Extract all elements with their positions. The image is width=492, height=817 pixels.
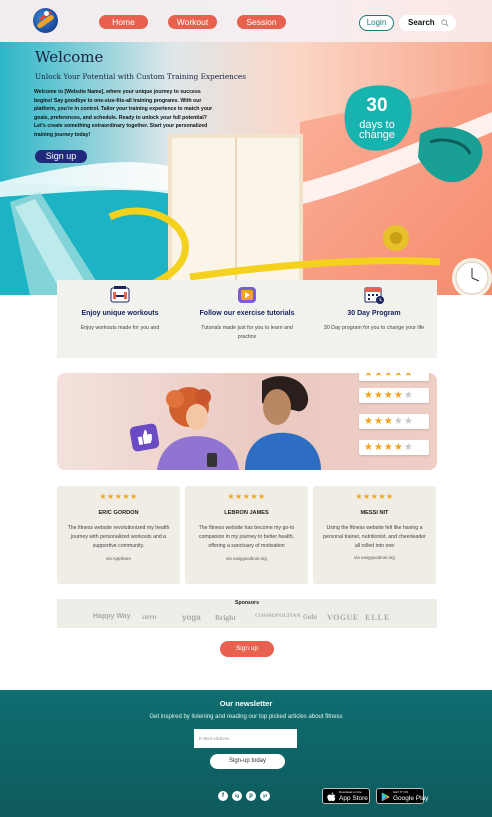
signup-button[interactable]: Sign up <box>220 641 274 657</box>
community-banner: ★★★★★ ★★★★★ ★★★★★ ★★★★★ <box>57 373 437 470</box>
testimonial-source: via AppStore <box>106 556 131 561</box>
google-play-icon <box>381 792 390 802</box>
sponsor-logo: Gala <box>303 613 317 621</box>
youtube-icon[interactable]: yt <box>260 791 270 801</box>
googleplay-big-text: Google Play <box>393 795 429 802</box>
testimonial-source: via easygoodmet.org <box>226 556 267 561</box>
testimonial-name: ERIC GORDON <box>98 510 139 516</box>
hero-title: Welcome <box>35 48 104 66</box>
testimonial-stars: ★★★★★ <box>355 492 394 501</box>
testimonial-name: LEBRON JAMES <box>224 510 269 516</box>
video-play-icon <box>238 287 256 303</box>
thirty-days-badge: 30 days to change <box>344 88 410 150</box>
hero-subtitle: Unlock Your Potential with Custom Traini… <box>35 72 247 81</box>
rating-card: ★★★★★ <box>359 440 429 455</box>
search-label: Search <box>408 18 435 27</box>
dumbbell-icon <box>110 286 130 303</box>
star-rating: ★★★★★ <box>364 373 414 379</box>
feature-tutorials: Follow our exercise tutorials Tutorials … <box>184 280 310 358</box>
facebook-icon[interactable]: f <box>218 791 228 801</box>
sponsor-logo: Happy Way <box>93 613 131 620</box>
sponsor-logo: yoga <box>182 613 201 622</box>
testimonial-source: via easygoodmet.org <box>354 555 395 560</box>
newsletter-signup-button[interactable]: Sign-up today <box>210 754 285 769</box>
appstore-big-text: App Store <box>339 795 368 802</box>
rating-card: ★★★★★ <box>359 373 429 381</box>
feature-title: Enjoy unique workouts <box>81 310 159 317</box>
app-store-button[interactable]: Download on the App Store <box>322 788 370 804</box>
newsletter-title: Our newsletter <box>219 699 273 708</box>
site-header: Home Workout Session Login Search <box>0 0 492 42</box>
feature-title: Follow our exercise tutorials <box>199 310 295 317</box>
search-icon[interactable] <box>441 19 449 27</box>
feature-desc: Enjoy workouts made for you and <box>80 325 160 331</box>
sponsor-logo: COSMOPOLITAN <box>255 613 301 619</box>
login-button[interactable]: Login <box>359 15 394 31</box>
feature-program: 30 Day Program 30 Day program for you to… <box>311 280 437 358</box>
testimonial-stars: ★★★★★ <box>99 492 138 501</box>
instagram-icon[interactable]: ig <box>232 791 242 801</box>
testimonial-stars: ★★★★★ <box>227 492 266 501</box>
googleplay-small-text: GET IT ON <box>393 790 408 794</box>
thumbs-up-icon <box>129 422 160 453</box>
nav-home-button[interactable]: Home <box>99 15 148 29</box>
feature-workouts: Enjoy unique workouts Enjoy workouts mad… <box>57 280 183 358</box>
badge-label: days to change <box>358 119 396 141</box>
testimonial-card: ★★★★★ LEBRON JAMES The fitness website h… <box>185 486 308 584</box>
sponsors-strip: Sponsors Happy Way stern yoga Bright COS… <box>57 599 437 628</box>
badge-number: 30 <box>366 95 388 116</box>
hero-signup-button[interactable]: Sign up <box>35 150 87 163</box>
email-field[interactable] <box>194 729 297 748</box>
testimonial-card: ★★★★★ MESSI NIT Using the fitness websit… <box>313 486 436 584</box>
search-box[interactable]: Search <box>399 15 456 31</box>
testimonial-card: ★★★★★ ERIC GORDON The fitness website re… <box>57 486 180 584</box>
testimonial-name: MESSI NIT <box>360 510 389 516</box>
swoosh-logo-icon[interactable] <box>33 8 58 33</box>
google-play-button[interactable]: GET IT ON Google Play <box>376 788 428 804</box>
star-rating: ★★★★★ <box>364 442 414 453</box>
testimonial-quote: Using the fitness website felt like havi… <box>323 525 426 549</box>
pinterest-icon[interactable]: p <box>246 791 256 801</box>
sponsors-title: Sponsors <box>235 600 259 606</box>
rating-card: ★★★★★ <box>359 414 429 429</box>
sponsor-logo: VOGUE <box>327 613 359 622</box>
testimonial-quote: The fitness website revolutionized my he… <box>67 525 170 549</box>
apple-icon <box>327 792 336 802</box>
feature-title: 30 Day Program <box>347 310 401 317</box>
features-panel: Enjoy unique workouts Enjoy workouts mad… <box>57 280 437 358</box>
sponsor-logo: ELLE <box>365 613 391 622</box>
newsletter-section: Our newsletter Get inspired by listening… <box>0 690 492 817</box>
feature-desc: Tutorials made just for you to learn and… <box>201 325 293 340</box>
hero-section: Welcome Unlock Your Potential with Custo… <box>0 42 492 295</box>
sponsor-logo: stern <box>142 613 157 621</box>
hero-intro-text: Welcome to [Website Name], where your un… <box>34 89 213 138</box>
rating-card: ★★★★★ <box>359 388 429 403</box>
star-rating: ★★★★★ <box>364 390 414 401</box>
sponsor-logo: Bright <box>215 613 236 622</box>
nav-workout-button[interactable]: Workout <box>168 15 217 29</box>
testimonial-quote: The fitness website has become my go-to … <box>198 525 295 549</box>
star-rating: ★★★★★ <box>364 416 414 427</box>
appstore-small-text: Download on the <box>339 790 362 794</box>
newsletter-subtitle: Get inspired by listening and reading ou… <box>149 714 343 720</box>
feature-desc: 30 Day program for you to change your li… <box>323 325 425 331</box>
calendar-icon <box>364 287 384 304</box>
nav-session-button[interactable]: Session <box>237 15 286 29</box>
